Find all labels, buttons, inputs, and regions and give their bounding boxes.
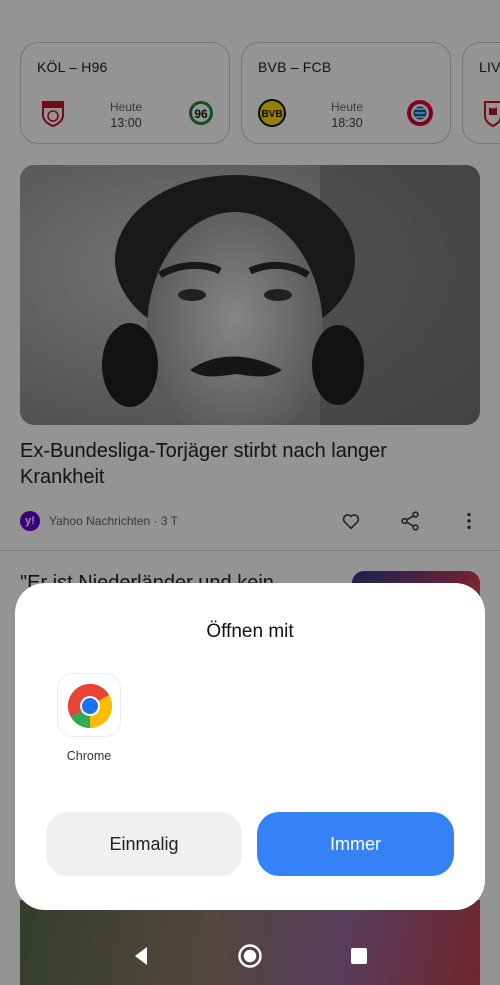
chrome-app-label: Chrome (66, 749, 112, 763)
chrome-app-option[interactable] (57, 673, 121, 737)
once-button[interactable]: Einmalig (46, 812, 242, 876)
system-navigation-bar (0, 925, 500, 985)
always-button[interactable]: Immer (257, 812, 454, 876)
dialog-title: Öffnen mit (206, 621, 294, 642)
home-icon[interactable] (236, 942, 264, 970)
recents-icon[interactable] (345, 942, 373, 970)
chrome-icon (68, 684, 112, 728)
open-with-dialog: Öffnen mit Chrome Einmalig Immer (15, 583, 485, 910)
back-icon[interactable] (127, 942, 155, 970)
